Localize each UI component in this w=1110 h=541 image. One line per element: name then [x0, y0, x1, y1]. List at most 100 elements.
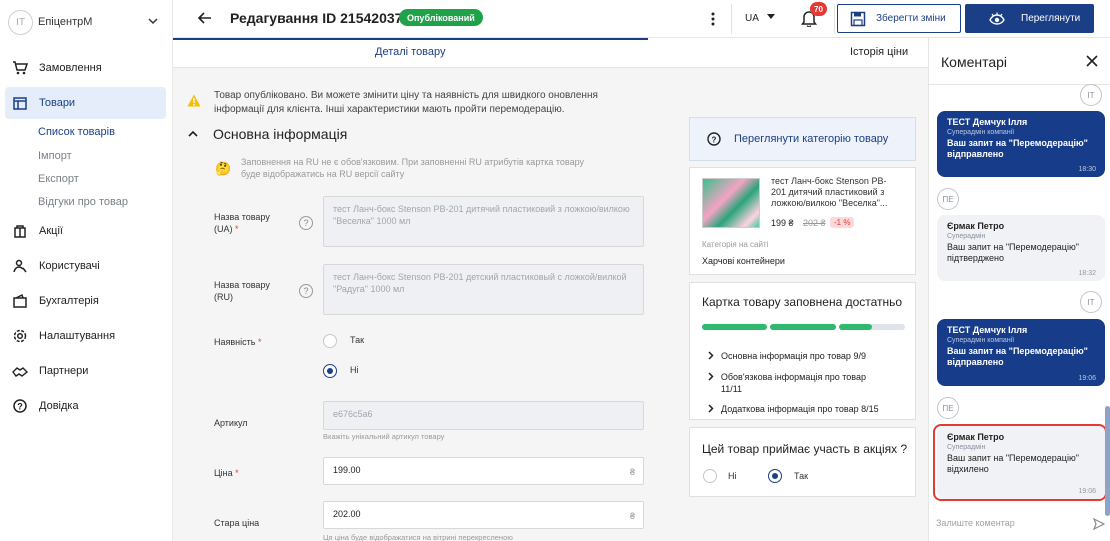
avatar: IT — [1080, 84, 1102, 106]
highlight-outline — [933, 424, 1107, 501]
comment-input[interactable]: Залиште коментар — [936, 518, 1015, 528]
back-arrow-icon[interactable] — [197, 10, 213, 26]
name-ru-field[interactable]: тест Ланч-бокс Stenson PB-201 детский пл… — [323, 264, 644, 315]
comment-time: 18:30 — [1078, 166, 1096, 173]
completeness-row[interactable]: Додаткова інформація про товар 8/15 — [708, 403, 879, 415]
subitem-export[interactable]: Експорт — [38, 173, 79, 185]
publish-warning: Товар опубліковано. Ви можете змінити ці… — [214, 90, 598, 115]
comment-text: Ваш запит на "Перемодерацію" відправлено — [947, 346, 1088, 367]
sidebar-item-label: Бухгалтерія — [39, 295, 99, 307]
comment-role: Суперадмін компанії — [947, 337, 1015, 344]
help-icon: ? — [11, 397, 29, 415]
availability-no-label: Ні — [350, 365, 359, 375]
view-category-button[interactable]: ? Переглянути категорію товару — [689, 117, 916, 161]
status-badge: Опублікований — [399, 9, 483, 26]
help-circle-icon: ? — [707, 132, 721, 146]
send-icon[interactable] — [1093, 518, 1105, 530]
company-switcher[interactable]: IT ЕпіцентрМ — [8, 9, 168, 35]
sidebar-item-partners[interactable]: Партнери — [5, 355, 166, 387]
completeness-row[interactable]: Обов'язкова інформація про товар 11/11 — [708, 371, 888, 395]
comment-bubble: Єрмак Петро Суперадмін Ваш запит на "Пер… — [937, 215, 1105, 281]
sidebar-item-accounting[interactable]: Бухгалтерія — [5, 285, 166, 317]
required-mark: * — [235, 224, 239, 234]
help-icon[interactable]: ? — [299, 284, 313, 298]
comment-author: ТЕСТ Демчук Ілля — [947, 325, 1028, 335]
tab-price-history[interactable]: Історія ціни — [850, 46, 908, 58]
old-price-input[interactable]: 202.00 ₴ — [323, 501, 644, 529]
comment-role: Суперадмін компанії — [947, 129, 1015, 136]
category-value: Харчові контейнери — [702, 256, 785, 266]
divider — [731, 4, 732, 34]
progress-segment — [702, 324, 767, 330]
page-title: Редагування ID 21542037 — [230, 10, 403, 26]
old-price-value: 202.00 — [333, 509, 361, 519]
product-old-price: 202 ₴ — [803, 218, 826, 228]
completeness-row-label: Додаткова інформація про товар 8/15 — [721, 404, 879, 414]
promo-yes-radio[interactable] — [768, 469, 782, 483]
sku-field[interactable]: e676c5a6 — [323, 401, 644, 430]
price-label: Ціна — [214, 468, 233, 478]
comment-time: 18:32 — [1078, 270, 1096, 277]
comments-panel: Коментарі IT ТЕСТ Демчук Ілля Суперадмін… — [928, 38, 1110, 541]
sidebar-item-users[interactable]: Користувачі — [5, 250, 166, 282]
comments-scrollbar[interactable] — [1105, 406, 1110, 516]
subitem-import[interactable]: Імпорт — [38, 150, 72, 162]
field-label: Наявність * — [214, 336, 261, 348]
tab-details[interactable]: Деталі товару — [375, 46, 446, 58]
chevron-up-icon[interactable] — [188, 130, 198, 138]
gear-icon — [11, 327, 29, 345]
save-button[interactable]: Зберегти зміни — [837, 4, 961, 33]
sidebar-item-settings[interactable]: Налаштування — [5, 320, 166, 352]
category-label: Категорія на сайті — [702, 240, 769, 249]
product-form: Товар опубліковано. Ви можете змінити ці… — [173, 68, 928, 541]
sidebar-item-products[interactable]: Товари — [5, 87, 166, 119]
handshake-icon — [11, 362, 29, 380]
ru-note: Заповнення на RU не є обов'язковим. При … — [241, 157, 585, 179]
tab-bar: Деталі товару Історія ціни — [173, 38, 928, 68]
avatar: ПЕ — [937, 188, 959, 210]
price-value: 199.00 — [333, 465, 361, 475]
sidebar-item-promos[interactable]: Акції — [5, 215, 166, 247]
availability-no-radio[interactable] — [323, 364, 337, 378]
promo-icon — [11, 222, 29, 240]
preview-label: Переглянути — [1021, 13, 1081, 24]
sidebar-item-orders[interactable]: Замовлення — [5, 52, 166, 84]
sidebar-item-help[interactable]: ? Довідка — [5, 390, 166, 422]
promo-no-radio[interactable] — [703, 469, 717, 483]
old-price-hint: Ця ціна буде відображатися на вітрині пе… — [323, 533, 513, 541]
active-tab-indicator — [173, 38, 648, 40]
users-icon — [11, 257, 29, 275]
old-price-label: Стара ціна — [214, 518, 260, 528]
sidebar-item-label: Партнери — [39, 365, 89, 377]
store-icon — [11, 94, 29, 112]
price-input[interactable]: 199.00 ₴ — [323, 457, 644, 485]
comment-bubble: ТЕСТ Демчук Ілля Суперадмін компанії Ваш… — [937, 319, 1105, 386]
currency-symbol: ₴ — [629, 511, 635, 521]
preview-button[interactable]: Переглянути — [965, 4, 1094, 33]
help-icon[interactable]: ? — [299, 216, 313, 230]
name-ru-label: Назва товару (RU) — [214, 280, 270, 302]
availability-yes-radio[interactable] — [323, 334, 337, 348]
progress-segment — [770, 324, 836, 330]
completeness-row-label: Основна інформація про товар 9/9 — [721, 351, 866, 361]
comment-text: Ваш запит на "Перемодерацію" відправлено — [947, 138, 1088, 159]
name-ua-field[interactable]: тест Ланч-бокс Stenson PB-201 дитячий пл… — [323, 196, 644, 247]
subitem-reviews[interactable]: Відгуки про товар — [38, 196, 128, 208]
sidebar: IT ЕпіцентрМ Замовлення Товари Список то… — [0, 0, 173, 541]
more-menu-button[interactable] — [703, 9, 723, 29]
caret-down-icon — [767, 14, 775, 19]
completeness-row-label: Обов'язкова інформація про товар 11/11 — [720, 372, 866, 394]
sidebar-item-label: Довідка — [39, 400, 79, 412]
chevron-right-icon — [708, 404, 721, 415]
completeness-row[interactable]: Основна інформація про товар 9/9 — [708, 350, 866, 362]
promo-card: Цей товар приймає участь в акціях ? Ні Т… — [689, 427, 916, 497]
comment-author: Єрмак Петро — [947, 221, 1005, 231]
company-name: ЕпіцентрМ — [38, 16, 93, 28]
comment-role: Суперадмін — [947, 233, 986, 240]
language-select[interactable]: UA — [745, 13, 775, 24]
subitem-product-list[interactable]: Список товарів — [38, 126, 115, 138]
completeness-card: Картка товару заповнена достатньо Основн… — [689, 282, 916, 420]
close-icon[interactable] — [1086, 55, 1098, 67]
wallet-icon — [11, 292, 29, 310]
progress-segment — [839, 324, 905, 330]
